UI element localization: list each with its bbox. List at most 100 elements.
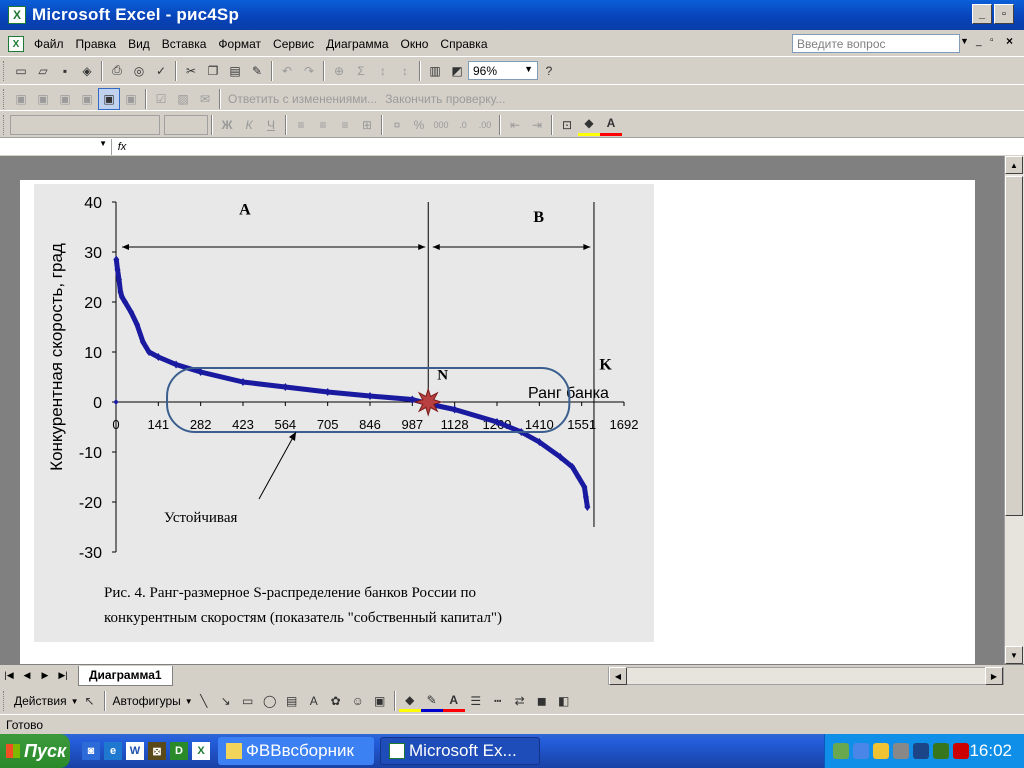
- actions-dropdown-icon[interactable]: ▼: [71, 697, 79, 706]
- save-icon[interactable]: ▪: [54, 60, 76, 82]
- new-icon[interactable]: ▭: [10, 60, 32, 82]
- 3d-icon[interactable]: ◧: [553, 690, 575, 712]
- diagram-icon[interactable]: ✿: [325, 690, 347, 712]
- sort-desc-icon[interactable]: ↕: [394, 60, 416, 82]
- spelling-icon[interactable]: ✓: [150, 60, 172, 82]
- desktop-icon[interactable]: ◙: [82, 742, 100, 760]
- reply-with-changes-button[interactable]: Ответить с изменениями...: [224, 92, 381, 106]
- toolbar-grip[interactable]: [3, 114, 7, 135]
- autosum-icon[interactable]: Σ: [350, 60, 372, 82]
- doc-close-button[interactable]: ×: [1006, 34, 1013, 48]
- print-icon[interactable]: ⎙: [106, 60, 128, 82]
- line-color-icon[interactable]: ✎: [420, 690, 443, 712]
- toolbar-grip[interactable]: [3, 60, 7, 81]
- name-box-dropdown-icon[interactable]: ▼: [99, 139, 107, 155]
- ask-dropdown-icon[interactable]: ▼: [960, 36, 969, 46]
- line-style-icon[interactable]: ☰: [465, 690, 487, 712]
- format-painter-icon[interactable]: ✎: [246, 60, 268, 82]
- prev-sheet-icon[interactable]: ◀: [18, 670, 36, 681]
- send-icon[interactable]: ✉: [194, 88, 216, 110]
- decrease-indent-icon[interactable]: ⇤: [504, 114, 526, 136]
- cut-icon[interactable]: ✂: [180, 60, 202, 82]
- menu-file[interactable]: Файл: [28, 37, 70, 51]
- autoshapes-dropdown-icon[interactable]: ▼: [185, 697, 193, 706]
- fill-color-icon[interactable]: ◆: [578, 114, 600, 136]
- start-button[interactable]: Пуск: [0, 734, 70, 768]
- open-icon[interactable]: ▱: [32, 60, 54, 82]
- show-comments-icon[interactable]: ▣: [98, 87, 120, 110]
- arrow-style-icon[interactable]: ⇄: [509, 690, 531, 712]
- menu-view[interactable]: Вид: [122, 37, 156, 51]
- font-color-icon[interactable]: A: [600, 114, 622, 136]
- textbox-icon[interactable]: ▤: [281, 690, 303, 712]
- fx-icon[interactable]: fx: [112, 141, 132, 153]
- comma-style-icon[interactable]: 000: [430, 114, 452, 136]
- task-folder[interactable]: ФВВвсборник: [218, 737, 374, 765]
- tray-speaker-icon[interactable]: [893, 743, 909, 759]
- currency-icon[interactable]: ¤: [386, 114, 408, 136]
- permission-icon[interactable]: ◈: [76, 60, 98, 82]
- arrow-icon[interactable]: ↘: [215, 690, 237, 712]
- wordart-icon[interactable]: A: [303, 690, 325, 712]
- ask-question-input[interactable]: Введите вопрос: [792, 34, 960, 53]
- task-excel[interactable]: Microsoft Ex...: [380, 737, 540, 765]
- app-d-icon[interactable]: D: [170, 742, 188, 760]
- drawing-icon[interactable]: ◩: [446, 60, 468, 82]
- percent-icon[interactable]: %: [408, 114, 430, 136]
- tray-network-icon[interactable]: [833, 743, 849, 759]
- menu-help[interactable]: Справка: [434, 37, 493, 51]
- end-review-button[interactable]: Закончить проверку...: [381, 92, 509, 106]
- word-icon[interactable]: W: [126, 742, 144, 760]
- vertical-scrollbar[interactable]: ▲ ▼: [1004, 156, 1024, 664]
- menu-insert[interactable]: Вставка: [156, 37, 213, 51]
- review-icon-2[interactable]: ▣: [32, 88, 54, 110]
- dash-style-icon[interactable]: ┅: [487, 690, 509, 712]
- doc-restore-button[interactable]: ▫: [990, 35, 994, 46]
- menu-window[interactable]: Окно: [395, 37, 435, 51]
- chart-area[interactable]: 40 30 20 10 0 -10 -20 -30 0 141 282 423 564 705 846 987…: [34, 184, 654, 642]
- horizontal-scrollbar[interactable]: ◀ ▶: [608, 667, 1004, 685]
- tray-security-icon[interactable]: [953, 743, 969, 759]
- formula-input[interactable]: [132, 139, 1024, 155]
- excel-app-icon[interactable]: X: [8, 6, 26, 24]
- autoshapes-menu[interactable]: Автофигуры: [109, 694, 185, 708]
- help-icon[interactable]: ?: [538, 60, 560, 82]
- workbook-icon[interactable]: X: [8, 36, 24, 52]
- sort-asc-icon[interactable]: ↕: [372, 60, 394, 82]
- rectangle-icon[interactable]: ▭: [237, 690, 259, 712]
- increase-decimal-icon[interactable]: .0: [452, 114, 474, 136]
- align-center-icon[interactable]: ≡: [312, 114, 334, 136]
- undo-icon[interactable]: ↶: [276, 60, 298, 82]
- align-left-icon[interactable]: ≡: [290, 114, 312, 136]
- font-color-icon[interactable]: A: [442, 690, 465, 712]
- zoom-dropdown-icon[interactable]: ▼: [524, 64, 533, 77]
- clipart-icon[interactable]: ☺: [347, 690, 369, 712]
- oval-icon[interactable]: ◯: [259, 690, 281, 712]
- reviewers-icon[interactable]: ▨: [172, 88, 194, 110]
- decrease-decimal-icon[interactable]: .00: [474, 114, 496, 136]
- scroll-left-icon[interactable]: ◀: [609, 667, 627, 685]
- zoom-select[interactable]: 96% ▼: [468, 61, 538, 80]
- select-objects-icon[interactable]: ↖: [79, 690, 101, 712]
- shadow-icon[interactable]: ◼: [531, 690, 553, 712]
- scroll-down-icon[interactable]: ▼: [1005, 646, 1023, 664]
- review-icon-1[interactable]: ▣: [10, 88, 32, 110]
- menu-format[interactable]: Формат: [212, 37, 267, 51]
- review-icon-4[interactable]: ▣: [76, 88, 98, 110]
- track-changes-icon[interactable]: ☑: [150, 88, 172, 110]
- chart-svg[interactable]: 40 30 20 10 0 -10 -20 -30 0 141 282 423 564 705 846 987…: [34, 184, 654, 642]
- review-icon-5[interactable]: ▣: [120, 88, 142, 110]
- increase-indent-icon[interactable]: ⇥: [526, 114, 548, 136]
- underline-icon[interactable]: Ч: [260, 114, 282, 136]
- excel-quick-icon[interactable]: X: [192, 742, 210, 760]
- ie-icon[interactable]: e: [104, 742, 122, 760]
- borders-icon[interactable]: ⊡: [556, 114, 578, 136]
- tray-power-icon[interactable]: [873, 743, 889, 759]
- copy-icon[interactable]: ❐: [202, 60, 224, 82]
- scroll-right-icon[interactable]: ▶: [985, 667, 1003, 685]
- review-icon-3[interactable]: ▣: [54, 88, 76, 110]
- toolbar-grip[interactable]: [3, 88, 7, 109]
- minimize-button[interactable]: _: [972, 4, 992, 24]
- italic-icon[interactable]: К: [238, 114, 260, 136]
- tray-antivirus-icon[interactable]: [933, 743, 949, 759]
